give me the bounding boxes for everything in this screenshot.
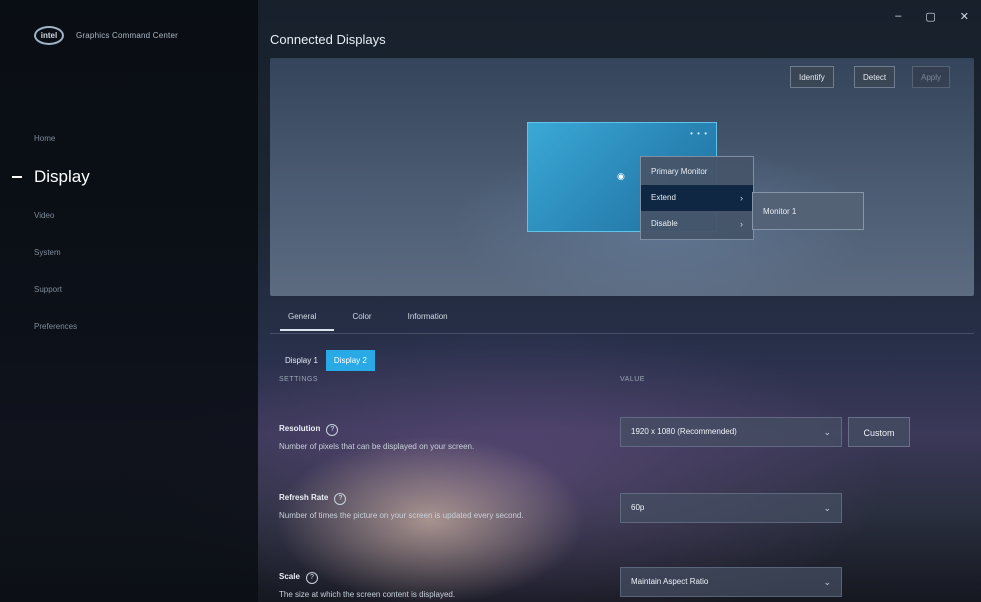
setting-name: Resolution bbox=[279, 424, 321, 433]
dropdown-value: Maintain Aspect Ratio bbox=[631, 577, 709, 586]
menu-item-label: Disable bbox=[651, 219, 678, 228]
sidebar: intel Graphics Command Center Home Displ… bbox=[0, 0, 258, 602]
menu-item-disable[interactable]: Disable › bbox=[641, 211, 753, 237]
resolution-setting: Resolution? Number of pixels that can be… bbox=[279, 418, 559, 453]
detect-button[interactable]: Detect bbox=[854, 66, 896, 88]
resolution-dropdown[interactable]: 1920 x 1080 (Recommended) ⌄ bbox=[620, 417, 842, 447]
identify-button[interactable]: Identify bbox=[790, 66, 834, 88]
refresh-rate-dropdown[interactable]: 60p ⌄ bbox=[620, 493, 842, 523]
setting-name: Scale bbox=[279, 572, 300, 581]
sidebar-item-video[interactable]: Video bbox=[0, 197, 258, 234]
menu-item-label: Extend bbox=[651, 193, 676, 202]
sidebar-item-display[interactable]: Display bbox=[0, 157, 258, 197]
apply-button[interactable]: Apply bbox=[912, 66, 951, 88]
tab-general[interactable]: General bbox=[270, 308, 335, 331]
help-icon[interactable]: ? bbox=[326, 424, 339, 436]
custom-resolution-button[interactable]: Custom bbox=[848, 417, 910, 447]
tab-divider bbox=[270, 333, 974, 334]
context-menu: Primary Monitor Extend › Disable › bbox=[640, 156, 754, 240]
tab-color[interactable]: Color bbox=[334, 308, 389, 331]
page-title: Connected Displays bbox=[270, 32, 386, 47]
menu-item-primary-monitor[interactable]: Primary Monitor bbox=[641, 159, 753, 185]
sidebar-item-preferences[interactable]: Preferences bbox=[0, 308, 258, 345]
menu-item-extend[interactable]: Extend › bbox=[641, 185, 753, 211]
minimize-icon[interactable]: – bbox=[895, 10, 901, 23]
chevron-right-icon: › bbox=[740, 193, 743, 203]
chevron-down-icon: ⌄ bbox=[823, 577, 831, 587]
sidebar-item-system[interactable]: System bbox=[0, 234, 258, 271]
intel-logo-icon: intel bbox=[34, 26, 64, 45]
maximize-icon[interactable]: ▢ bbox=[925, 10, 935, 23]
setting-name: Refresh Rate bbox=[279, 493, 329, 502]
chevron-down-icon: ⌄ bbox=[823, 427, 831, 437]
dropdown-value: 1920 x 1080 (Recommended) bbox=[631, 427, 737, 436]
brand: intel Graphics Command Center bbox=[34, 26, 178, 45]
display-1-tab[interactable]: Display 1 bbox=[283, 352, 320, 369]
refresh-rate-setting: Refresh Rate? Number of times the pictur… bbox=[279, 487, 559, 522]
app-window: intel Graphics Command Center Home Displ… bbox=[0, 0, 981, 602]
sidebar-item-support[interactable]: Support bbox=[0, 271, 258, 308]
setting-description: Number of pixels that can be displayed o… bbox=[279, 442, 475, 451]
chevron-right-icon: › bbox=[740, 219, 743, 229]
scale-dropdown[interactable]: Maintain Aspect Ratio ⌄ bbox=[620, 567, 842, 597]
sidebar-item-label: Display bbox=[34, 167, 90, 186]
active-marker bbox=[12, 176, 22, 178]
settings-tabs: General Color Information bbox=[270, 308, 466, 331]
sidebar-nav: Home Display Video System Support Prefer… bbox=[0, 120, 258, 345]
sidebar-item-home[interactable]: Home bbox=[0, 120, 258, 157]
tab-information[interactable]: Information bbox=[390, 308, 466, 331]
monitor-icon: ◉ bbox=[617, 171, 625, 181]
display-2-tab[interactable]: Display 2 bbox=[325, 350, 375, 371]
submenu-item-monitor-1[interactable]: Monitor 1 bbox=[752, 192, 864, 230]
app-name: Graphics Command Center bbox=[76, 31, 178, 40]
setting-description: Number of times the picture on your scre… bbox=[279, 511, 524, 520]
more-options-icon[interactable]: • • • bbox=[690, 129, 708, 138]
setting-description: The size at which the screen content is … bbox=[279, 590, 456, 599]
dropdown-value: 60p bbox=[631, 503, 645, 512]
help-icon[interactable]: ? bbox=[334, 493, 347, 505]
display-selector: Display 1 Display 2 bbox=[283, 350, 375, 371]
chevron-down-icon: ⌄ bbox=[823, 503, 831, 513]
scale-setting: Scale? The size at which the screen cont… bbox=[279, 566, 559, 601]
help-icon[interactable]: ? bbox=[305, 572, 318, 584]
close-icon[interactable]: ✕ bbox=[960, 10, 969, 23]
value-column-header: VALUE bbox=[620, 376, 645, 383]
settings-column-header: SETTINGS bbox=[279, 376, 319, 383]
window-controls: – ▢ ✕ bbox=[895, 10, 969, 23]
menu-item-label: Primary Monitor bbox=[651, 167, 708, 176]
display-preview: Identify Detect Apply • • • ◉ Primary Mo… bbox=[270, 58, 974, 296]
